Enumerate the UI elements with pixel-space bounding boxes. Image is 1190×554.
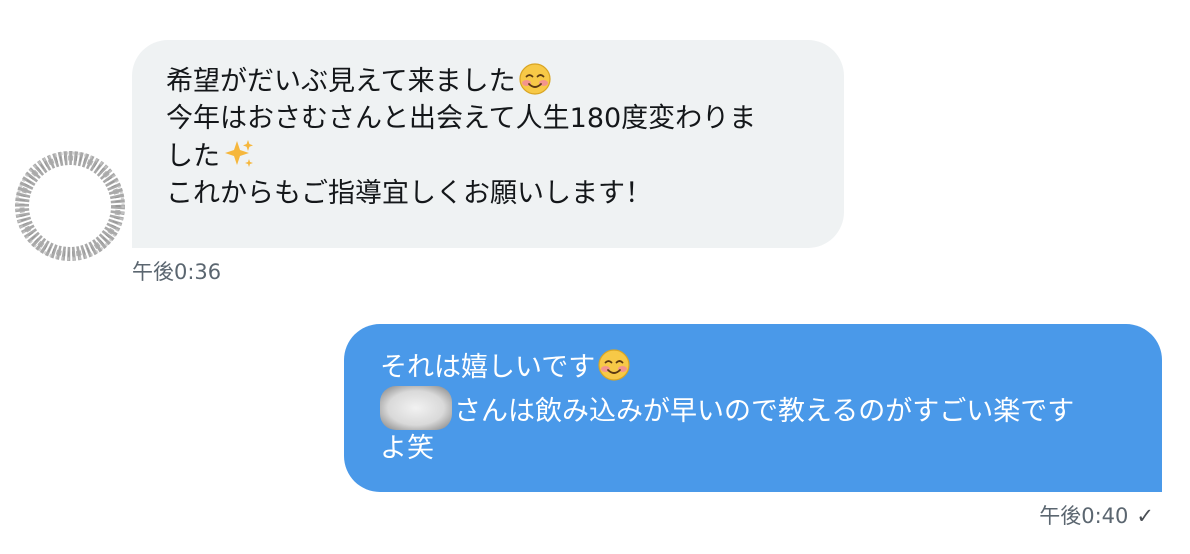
outgoing-message-bubble[interactable]: それは嬉しいです さんは飲み込みが早いので教えるのがすごい楽です よ笑 (344, 324, 1162, 492)
chat-thread: 希望がだいぶ見えて来ました 今年はおさむさんと出会えて人生180度変わりま した… (0, 0, 1190, 554)
message-line: 希望がだいぶ見えて来ました (166, 62, 814, 100)
sparkles-icon (225, 140, 253, 167)
message-line: した (166, 137, 814, 175)
message-line: よ笑 (380, 433, 434, 464)
message-line: さんは飲み込みが早いので教えるのがすごい楽です (380, 386, 1132, 430)
avatar[interactable] (14, 150, 126, 262)
timestamp-text: 午後0:40 (1039, 504, 1129, 528)
redacted-name (380, 386, 452, 430)
message-line: これからもご指導宜しくお願いします！ (166, 178, 652, 209)
message-line: 今年はおさむさんと出会えて人生180度変わりま (166, 103, 757, 134)
incoming-message-bubble[interactable]: 希望がだいぶ見えて来ました 今年はおさむさんと出会えて人生180度変わりま した… (132, 40, 844, 248)
incoming-timestamp: 午後0:36 (132, 260, 222, 284)
smiling-face-icon (598, 349, 630, 381)
read-check-icon: ✓ (1136, 504, 1154, 528)
smiling-face-icon (519, 63, 551, 95)
outgoing-timestamp: 午後0:40 ✓ (1039, 500, 1154, 530)
message-line: それは嬉しいです (380, 348, 1132, 386)
